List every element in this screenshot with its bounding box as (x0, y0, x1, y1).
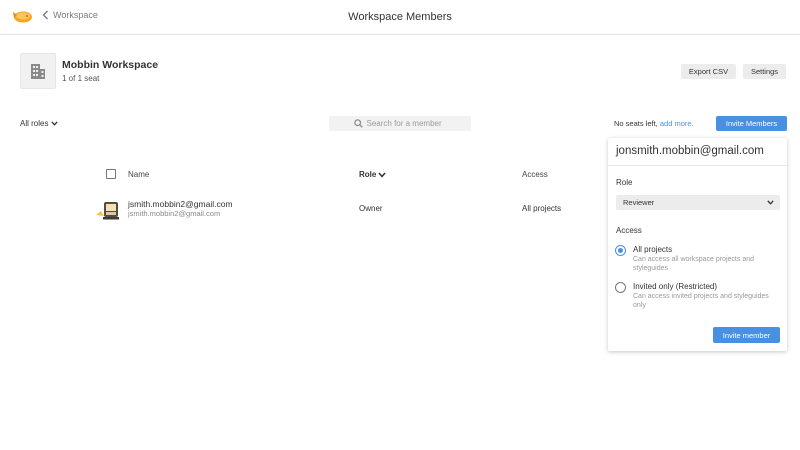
top-bar: Workspace Workspace Members (0, 0, 800, 35)
column-header-access: Access (522, 170, 548, 179)
invite-member-button[interactable]: Invite member (713, 327, 780, 343)
search-input[interactable] (366, 119, 447, 128)
access-label: Access (616, 226, 642, 235)
roles-filter-dropdown[interactable]: All roles (20, 119, 59, 128)
access-option-all-projects-radio[interactable] (615, 245, 626, 256)
member-name: jsmith.mobbin2@gmail.com (128, 199, 233, 209)
page-title: Workspace Members (348, 11, 452, 23)
invite-popover: jonsmith.mobbin@gmail.com Role Reviewer … (608, 138, 787, 351)
role-select[interactable]: Reviewer (616, 195, 780, 210)
access-option-all-projects-description: Can access all workspace projects and st… (633, 256, 755, 272)
workspace-avatar (20, 53, 56, 89)
roles-filter-label: All roles (20, 119, 49, 128)
role-label: Role (616, 178, 633, 187)
no-seats-text: No seats left, (614, 119, 658, 128)
no-seats-notice: No seats left, add more. (614, 119, 694, 128)
settings-button[interactable]: Settings (743, 64, 786, 79)
column-header-role-label: Role (359, 170, 377, 179)
chevron-down-icon (378, 172, 386, 178)
divider (608, 165, 787, 166)
column-header-name: Name (128, 170, 150, 179)
member-search (329, 116, 471, 131)
access-option-invited-only-title[interactable]: Invited only (Restricted) (633, 282, 717, 291)
building-icon (31, 64, 45, 79)
chevron-down-icon (767, 200, 774, 205)
export-csv-button[interactable]: Export CSV (681, 64, 736, 79)
select-all-checkbox[interactable] (106, 169, 116, 179)
invite-members-button[interactable]: Invite Members (716, 116, 787, 131)
column-header-role[interactable]: Role (359, 170, 386, 179)
role-select-value: Reviewer (623, 198, 655, 207)
add-more-link[interactable]: add more. (660, 119, 694, 128)
member-email: jsmith.mobbin2@gmail.com (128, 209, 221, 218)
member-avatar-icon (96, 202, 119, 220)
access-option-invited-only-description: Can access invited projects and stylegui… (633, 293, 769, 309)
workspace-seats: 1 of 1 seat (62, 74, 100, 83)
access-option-invited-only-radio[interactable] (615, 282, 626, 293)
member-role: Owner (359, 204, 383, 213)
search-icon (353, 119, 363, 128)
access-option-all-projects-title[interactable]: All projects (633, 245, 672, 254)
workspace-name: Mobbin Workspace (62, 59, 159, 71)
member-access: All projects (522, 204, 562, 213)
chevron-down-icon (51, 121, 59, 126)
invite-email[interactable]: jonsmith.mobbin@gmail.com (616, 145, 764, 157)
